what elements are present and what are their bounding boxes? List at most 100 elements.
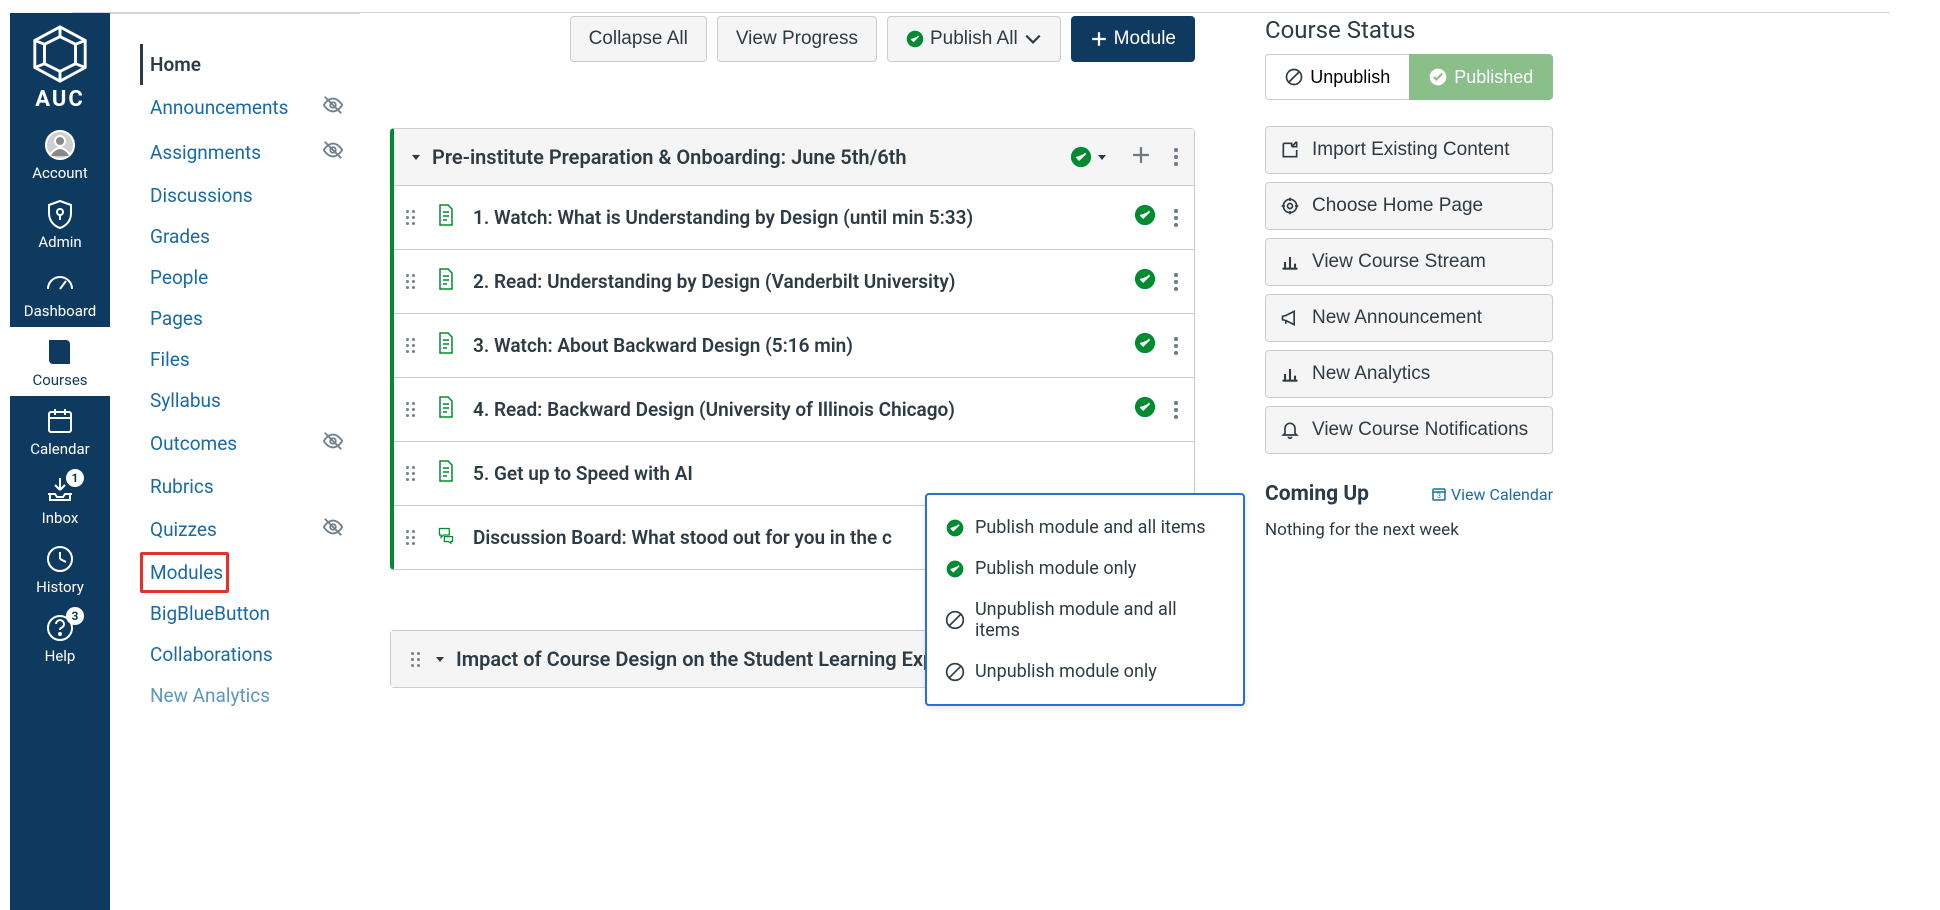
add-module-button[interactable]: Module (1071, 16, 1195, 62)
coming-up: Coming Up 3 View Calendar (1265, 482, 1553, 506)
gauge-icon (44, 267, 76, 299)
brand-logo-icon (29, 23, 91, 85)
module-item[interactable]: 2. Read: Understanding by Design (Vander… (394, 250, 1194, 314)
check-circle-icon (1428, 67, 1448, 87)
page-icon (437, 460, 455, 487)
course-nav-discussions[interactable]: Discussions (140, 175, 350, 216)
course-nav-people[interactable]: People (140, 257, 350, 298)
book-icon (44, 336, 76, 368)
global-nav-dashboard[interactable]: Dashboard (10, 258, 110, 327)
bar-chart-icon (1280, 252, 1300, 272)
module-publish-status-button[interactable] (1070, 146, 1108, 168)
view-course-notifications-button[interactable]: View Course Notifications (1265, 406, 1553, 454)
global-nav-courses[interactable]: Courses (10, 327, 110, 396)
course-nav-bigbluebutton[interactable]: BigBlueButton (140, 593, 350, 634)
course-nav-collaborations[interactable]: Collaborations (140, 634, 350, 675)
module-title: Pre-institute Preparation & Onboarding: … (432, 145, 1060, 169)
module-item[interactable]: 3. Watch: About Backward Design (5:16 mi… (394, 314, 1194, 378)
item-options-button[interactable] (1174, 209, 1178, 227)
bar-chart-icon (1280, 364, 1300, 384)
unpublish-button[interactable]: Unpublish (1265, 54, 1409, 100)
published-status-icon[interactable] (1134, 204, 1156, 231)
publish-module-and-items[interactable]: Publish module and all items (931, 507, 1239, 548)
global-nav-inbox[interactable]: 1 Inbox (10, 465, 110, 534)
global-nav-admin[interactable]: Admin (10, 189, 110, 258)
drag-handle-icon[interactable] (406, 274, 415, 289)
drag-handle-icon[interactable] (406, 530, 415, 545)
import-existing-content-button[interactable]: Import Existing Content (1265, 126, 1553, 174)
drag-handle-icon[interactable] (406, 402, 415, 417)
view-course-stream-button[interactable]: View Course Stream (1265, 238, 1553, 286)
caret-down-icon[interactable] (410, 148, 422, 167)
course-nav-new-analytics[interactable]: New Analytics (140, 675, 350, 716)
choose-home-page-button[interactable]: Choose Home Page (1265, 182, 1553, 230)
module-options-button[interactable] (1174, 148, 1178, 166)
course-nav-announcements[interactable]: Announcements (140, 85, 350, 130)
unpublish-module-only[interactable]: Unpublish module only (931, 651, 1239, 692)
publish-all-button[interactable]: Publish All (887, 16, 1061, 62)
right-sidebar: Course Status Unpublish Published Import… (1265, 16, 1553, 748)
item-options-button[interactable] (1174, 273, 1178, 291)
caret-down-icon[interactable] (434, 650, 446, 669)
new-announcement-button[interactable]: New Announcement (1265, 294, 1553, 342)
eye-off-icon (322, 139, 344, 166)
megaphone-icon (1280, 308, 1300, 328)
global-nav-dashboard-label: Dashboard (24, 302, 97, 320)
published-status-icon[interactable] (1134, 332, 1156, 359)
discussion-icon (437, 524, 455, 551)
view-calendar-link[interactable]: 3 View Calendar (1431, 485, 1553, 504)
svg-text:3: 3 (1437, 492, 1441, 500)
user-circle-icon (44, 129, 76, 161)
global-nav-history[interactable]: History (10, 534, 110, 603)
global-nav-history-label: History (36, 578, 84, 596)
page-icon (437, 204, 455, 231)
module-header[interactable]: Pre-institute Preparation & Onboarding: … (394, 129, 1194, 186)
page-icon (437, 332, 455, 359)
target-icon (1280, 196, 1300, 216)
page-icon (437, 396, 455, 423)
course-nav-pages[interactable]: Pages (140, 298, 350, 339)
course-nav-rubrics[interactable]: Rubrics (140, 466, 350, 507)
collapse-all-button[interactable]: Collapse All (570, 16, 707, 62)
eye-off-icon (322, 94, 344, 121)
global-nav-account-label: Account (32, 164, 88, 182)
course-nav-modules[interactable]: Modules (140, 552, 229, 593)
global-nav-help[interactable]: 3 Help (10, 603, 110, 672)
add-item-button[interactable] (1132, 146, 1150, 168)
global-nav-help-label: Help (45, 647, 76, 665)
import-icon (1280, 140, 1300, 160)
caret-down-icon (1096, 151, 1108, 163)
module-item[interactable]: 1. Watch: What is Understanding by Desig… (394, 186, 1194, 250)
new-analytics-button[interactable]: New Analytics (1265, 350, 1553, 398)
inbox-badge: 1 (66, 469, 84, 487)
item-options-button[interactable] (1174, 401, 1178, 419)
publish-toggle: Unpublish Published (1265, 54, 1553, 100)
drag-handle-icon[interactable] (406, 210, 415, 225)
course-nav-grades[interactable]: Grades (140, 216, 350, 257)
unpublish-module-and-items[interactable]: Unpublish module and all items (931, 589, 1239, 651)
drag-handle-icon[interactable] (406, 466, 415, 481)
publish-module-only[interactable]: Publish module only (931, 548, 1239, 589)
drag-handle-icon[interactable] (406, 338, 415, 353)
global-nav-admin-label: Admin (38, 233, 81, 251)
eye-off-icon (322, 516, 344, 543)
course-nav-syllabus[interactable]: Syllabus (140, 380, 350, 421)
course-nav-assignments[interactable]: Assignments (140, 130, 350, 175)
global-nav-account[interactable]: Account (10, 120, 110, 189)
item-options-button[interactable] (1174, 337, 1178, 355)
module-item[interactable]: 4. Read: Backward Design (University of … (394, 378, 1194, 442)
published-button[interactable]: Published (1409, 54, 1554, 100)
calendar-icon (44, 405, 76, 437)
view-progress-button[interactable]: View Progress (717, 16, 877, 62)
clock-icon (44, 543, 76, 575)
course-nav-quizzes[interactable]: Quizzes (140, 507, 350, 552)
global-nav-calendar[interactable]: Calendar (10, 396, 110, 465)
course-nav-outcomes[interactable]: Outcomes (140, 421, 350, 466)
course-nav-home[interactable]: Home (140, 44, 350, 85)
published-status-icon[interactable] (1134, 396, 1156, 423)
main-column: Collapse All View Progress Publish All M… (360, 16, 1195, 748)
drag-handle-icon[interactable] (411, 652, 420, 667)
published-status-icon[interactable] (1134, 268, 1156, 295)
course-nav-files[interactable]: Files (140, 339, 350, 380)
course-status-heading: Course Status (1265, 16, 1553, 44)
